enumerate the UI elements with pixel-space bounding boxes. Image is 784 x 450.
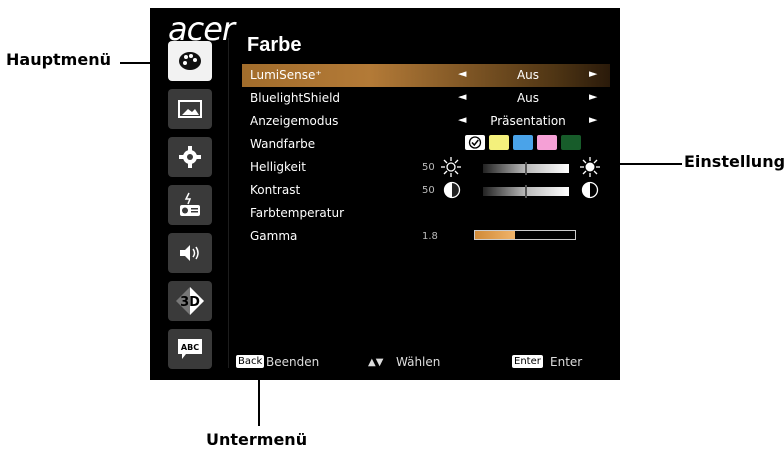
checkmark-icon [468,136,482,149]
wall-color-swatch-selected[interactable] [465,135,485,150]
arrow-right-icon[interactable]: ► [589,67,597,80]
menu-row-lumisense[interactable]: LumiSense⁺ ◄ Aus ► [242,64,610,87]
svg-text:ABC: ABC [181,343,199,352]
menu-row-bluelightshield[interactable]: BluelightShield ◄ Aus ► [242,87,610,110]
brightness-slider[interactable] [483,162,569,175]
sub-menu: LumiSense⁺ ◄ Aus ► BluelightShield ◄ Aus… [242,64,610,248]
menu-row-value: Aus [516,68,540,82]
sidebar-item-color[interactable] [168,41,212,81]
page-title: Farbe [247,34,302,56]
callout-main-menu: Hauptmenü [6,50,111,69]
updown-arrows-icon: ▲▼ [368,357,384,368]
osd-panel: acer 3D ABC Farbe LumiSense⁺ ◄ Aus ► Blu… [150,8,620,380]
menu-row-anzeigemodus[interactable]: Anzeigemodus ◄ Präsentation ► [242,110,610,133]
image-icon [178,100,202,118]
menu-row-number: 50 [422,162,435,173]
menu-row-label: Kontrast [250,183,301,197]
sidebar-item-settings[interactable] [168,137,212,177]
menu-row-farbtemperatur[interactable]: Farbtemperatur [242,202,610,225]
osd-footer: Back Beenden ▲▼ Wählen Enter Enter [150,352,620,372]
arrow-left-icon[interactable]: ◄ [458,113,466,126]
wall-color-swatch[interactable] [513,135,533,150]
menu-row-value: Präsentation [490,114,566,128]
sun-dim-icon [441,157,461,177]
arrow-right-icon[interactable]: ► [589,90,597,103]
contrast-low-icon [443,181,461,199]
wall-color-swatch[interactable] [537,135,557,150]
wall-color-swatch[interactable] [489,135,509,150]
menu-row-number: 1.8 [422,231,438,242]
sidebar-item-3d[interactable]: 3D [168,281,212,321]
menu-row-kontrast[interactable]: Kontrast 50 [242,179,610,202]
sidebar-item-audio[interactable] [168,233,212,273]
menu-row-label: LumiSense⁺ [250,68,322,82]
menu-row-label: BluelightShield [250,91,341,105]
brightness-slider-knob[interactable] [525,162,527,175]
callout-main-menu-line [120,62,152,64]
arrow-right-icon[interactable]: ► [589,113,597,126]
menu-row-wandfarbe[interactable]: Wandfarbe [242,133,610,156]
menu-row-label: Helligkeit [250,160,306,174]
back-label: Beenden [266,355,320,369]
menu-row-label: Farbtemperatur [250,206,345,220]
gamma-bar[interactable] [474,230,576,240]
arrow-left-icon[interactable]: ◄ [458,67,466,80]
select-label: Wählen [396,355,441,369]
menu-divider [228,38,229,368]
enter-label: Enter [550,355,583,369]
back-key[interactable]: Back [236,355,265,368]
main-menu-sidebar: 3D ABC [168,41,212,377]
callout-sub-menu: Untermenü [206,430,308,449]
3d-icon: 3D [176,287,204,315]
gamma-bar-fill [475,231,515,239]
sidebar-item-management[interactable] [168,185,212,225]
menu-row-helligkeit[interactable]: Helligkeit 50 [242,156,610,179]
enter-key[interactable]: Enter [512,355,543,368]
speaker-icon [180,245,199,261]
menu-row-label: Gamma [250,229,298,243]
menu-row-value: Aus [516,91,540,105]
menu-row-gamma[interactable]: Gamma 1.8 [242,225,610,248]
sun-bright-icon [580,157,600,177]
contrast-slider[interactable] [483,185,569,198]
menu-row-label: Wandfarbe [250,137,316,151]
menu-row-label: Anzeigemodus [250,114,339,128]
contrast-slider-knob[interactable] [525,185,527,198]
contrast-high-icon [581,181,599,199]
gear-icon [179,146,201,168]
menu-row-number: 50 [422,185,435,196]
palette-icon [179,52,201,70]
projector-management-icon [180,192,200,216]
wall-color-swatch[interactable] [561,135,581,150]
svg-text:3D: 3D [180,295,200,310]
arrow-left-icon[interactable]: ◄ [458,90,466,103]
sidebar-item-image[interactable] [168,89,212,129]
callout-setting: Einstellung [684,152,784,171]
